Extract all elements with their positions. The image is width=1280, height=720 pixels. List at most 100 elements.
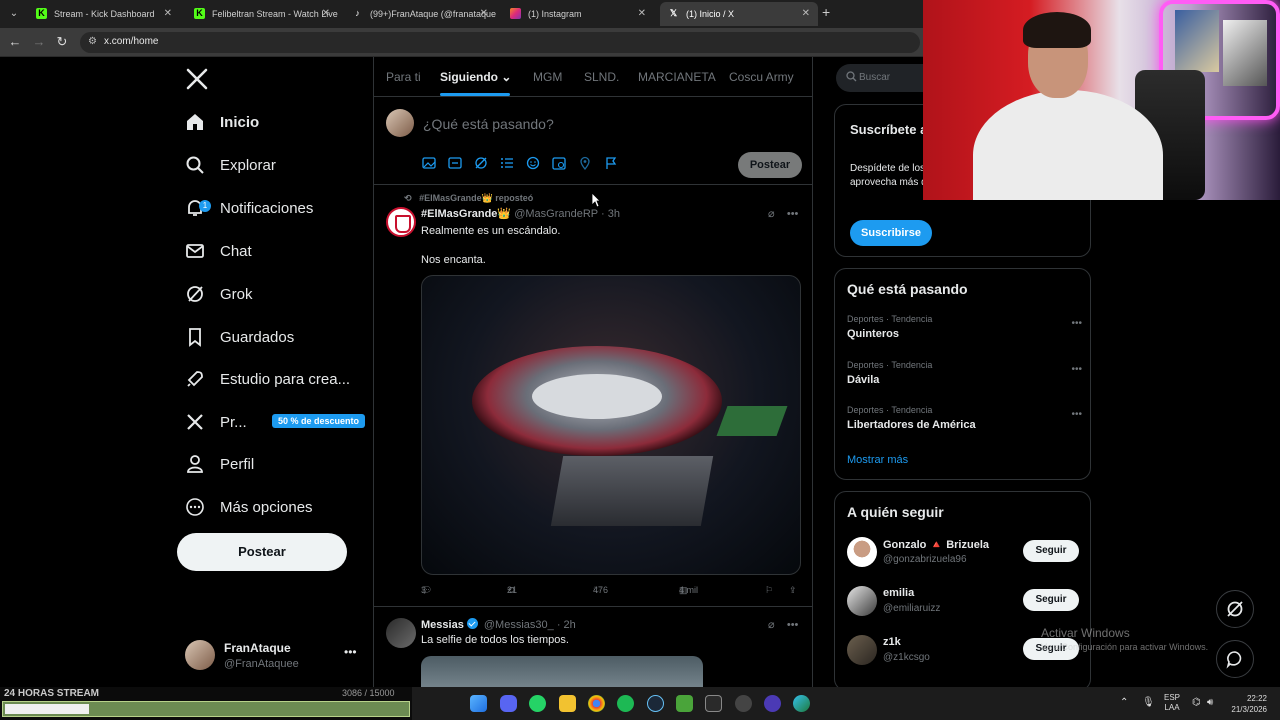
tweet-image[interactable] [421, 275, 801, 575]
more-dots-icon[interactable]: ••• [1071, 364, 1082, 375]
more-dots-icon[interactable]: ••• [787, 619, 799, 631]
tab-para-ti[interactable]: Para ti [386, 70, 421, 84]
tweet-image[interactable] [421, 656, 703, 687]
tweet-time[interactable]: · 3h [601, 208, 620, 220]
subscribe-button[interactable]: Suscribirse [850, 220, 932, 246]
tweet[interactable]: Messias @Messias30_ · 2h ⌀ ••• La selfie… [374, 608, 812, 687]
nav-item-perfil[interactable]: Perfil [185, 449, 254, 479]
close-tab-icon[interactable]: ✕ [638, 2, 646, 26]
nav-item-inicio[interactable]: Inicio [185, 107, 259, 137]
more-dots-icon[interactable]: ••• [1071, 318, 1082, 329]
flag-icon[interactable] [604, 156, 618, 170]
nav-item-premium[interactable]: Pr... 50 % de descuento [185, 407, 375, 437]
close-tab-icon[interactable]: ✕ [480, 2, 488, 26]
app-icon[interactable] [764, 695, 781, 712]
nav-item-mas-opciones[interactable]: Más opciones [185, 492, 313, 522]
follow-button[interactable]: Seguir [1023, 589, 1079, 611]
address-bar[interactable]: ⚙ x.com/home [80, 32, 920, 53]
obs-icon[interactable] [735, 695, 752, 712]
tab-coscu-army[interactable]: Coscu Army [729, 70, 794, 84]
trend-item[interactable]: Deportes · Tendencia Libertadores de Amé… [847, 405, 1082, 439]
x-logo-icon[interactable] [185, 67, 209, 91]
avatar[interactable] [386, 207, 416, 237]
volume-icon[interactable]: 🔊︎ [1207, 697, 1213, 708]
follow-button[interactable]: Seguir [1023, 540, 1079, 562]
chrome-icon[interactable] [588, 695, 605, 712]
schedule-icon[interactable] [552, 156, 566, 170]
grok-icon[interactable]: ⌀ [768, 619, 775, 631]
epic-games-icon[interactable] [705, 695, 722, 712]
forward-arrow-icon[interactable]: → [30, 33, 48, 51]
post-button[interactable]: Postear [177, 533, 347, 571]
nav-item-guardados[interactable]: Guardados [185, 322, 294, 352]
trend-item[interactable]: Deportes · Tendencia Dávila ••• [847, 360, 1082, 394]
bookmark-icon[interactable]: ⚐ [765, 585, 773, 596]
close-tab-icon[interactable]: ✕ [802, 2, 810, 26]
active-tab-indicator [440, 93, 510, 96]
chevron-up-icon[interactable]: ⌃ [1120, 697, 1128, 708]
grok-fab-button[interactable] [1216, 590, 1254, 628]
more-dots-icon[interactable]: ••• [787, 208, 799, 220]
browser-tab[interactable]: K Felibeltran Stream - Watch Live ✕ [186, 2, 338, 26]
back-arrow-icon[interactable]: ← [6, 33, 24, 51]
author-name[interactable]: Messias [421, 619, 464, 631]
browser-tab[interactable]: K Stream - Kick Dashboard ✕ [28, 2, 180, 26]
browser-tab-active[interactable]: 𝕏 (1) Inicio / X ✕ [660, 2, 818, 26]
compose-input[interactable]: ¿Qué está pasando? [423, 116, 554, 132]
site-info-icon[interactable]: ⚙ [88, 36, 97, 47]
more-dots-icon[interactable]: ••• [1071, 409, 1082, 420]
edge-icon[interactable] [793, 695, 810, 712]
more-dots-icon[interactable]: ••• [344, 645, 357, 659]
nav-item-chat[interactable]: Chat [185, 236, 252, 266]
avatar [847, 537, 877, 567]
network-icon[interactable]: ⌬ [1192, 697, 1201, 708]
show-more-link[interactable]: Mostrar más [847, 454, 908, 466]
nav-item-explorar[interactable]: Explorar [185, 150, 276, 180]
grok-icon[interactable] [474, 156, 488, 170]
follow-suggestion[interactable]: emilia @emiliaruizz Seguir [847, 584, 1082, 620]
tab-slnd[interactable]: SLND. [584, 70, 619, 84]
nav-item-notificaciones[interactable]: 1 Notificaciones [185, 193, 313, 223]
discord-icon[interactable] [500, 695, 517, 712]
share-icon[interactable]: ⇪ [789, 585, 797, 596]
author-name[interactable]: #ElMasGrande👑 [421, 208, 511, 220]
emoji-icon[interactable] [526, 156, 540, 170]
tweet-time[interactable]: · 2h [557, 619, 576, 631]
system-clock[interactable]: 22:22 21/3/2026 [1217, 693, 1267, 715]
tab-marcianeta[interactable]: MARCIANETA [638, 70, 716, 84]
poll-icon[interactable] [500, 156, 514, 170]
tab-siguiendo[interactable]: Siguiendo ⌄ [440, 70, 511, 84]
tab-search-chevron-icon[interactable]: ⌄ [4, 4, 24, 24]
gif-icon[interactable] [448, 156, 462, 170]
author-handle[interactable]: @Messias30_ [484, 619, 554, 631]
composer-toolbar [422, 156, 630, 171]
new-tab-icon[interactable]: + [822, 4, 830, 20]
browser-tab[interactable]: (1) Instagram ✕ [502, 2, 654, 26]
tab-mgm[interactable]: MGM [533, 70, 562, 84]
close-tab-icon[interactable]: ✕ [322, 2, 330, 26]
nav-item-estudio[interactable]: Estudio para crea... [185, 364, 350, 394]
trend-item[interactable]: Deportes · Tendencia Quinteros ••• [847, 314, 1082, 348]
compose-post-button[interactable]: Postear [738, 152, 802, 178]
reload-icon[interactable]: ↻ [53, 33, 71, 51]
follow-suggestion[interactable]: Gonzalo 🔺 Brizuela @gonzabrizuela96 Segu… [847, 535, 1082, 571]
whatsapp-icon[interactable] [529, 695, 546, 712]
image-icon[interactable] [422, 156, 436, 170]
tweet[interactable]: ⟲ #ElMasGrande👑 reposteó #ElMasGrande👑 @… [374, 187, 812, 607]
account-switcher[interactable]: FranAtaque @FranAtaquee ••• [185, 637, 373, 677]
close-tab-icon[interactable]: ✕ [164, 2, 172, 26]
nav-item-grok[interactable]: Grok [185, 279, 253, 309]
minecraft-icon[interactable] [676, 695, 693, 712]
messages-fab-button[interactable] [1216, 640, 1254, 678]
author-handle[interactable]: @MasGrandeRP [514, 208, 598, 220]
steam-icon[interactable] [647, 695, 664, 712]
browser-tab[interactable]: ♪ (99+)FranAtaque (@franataque) ✕ [344, 2, 496, 26]
spotify-icon[interactable] [617, 695, 634, 712]
location-icon[interactable] [578, 156, 592, 171]
folder-icon[interactable] [559, 695, 576, 712]
grok-icon[interactable]: ⌀ [768, 208, 775, 220]
avatar[interactable] [386, 618, 416, 648]
windows-start-icon[interactable] [470, 695, 487, 712]
microphone-icon[interactable]: 🎙︎ [1142, 697, 1155, 708]
language-indicator[interactable]: ESP LAA [1164, 693, 1180, 713]
